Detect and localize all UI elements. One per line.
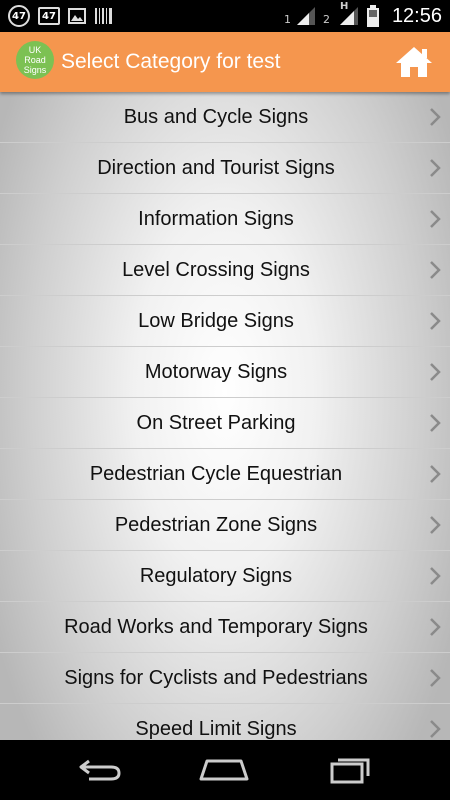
chevron-right-icon: [430, 210, 441, 228]
app-logo: UK Road Signs: [16, 41, 54, 79]
list-item-bus-and-cycle-signs[interactable]: Bus and Cycle Signs: [0, 92, 450, 143]
chevron-right-icon: [430, 108, 441, 126]
list-item-signs-for-cyclists-and-pedestrians[interactable]: Signs for Cyclists and Pedestrians: [0, 653, 450, 704]
list-item-label: Bus and Cycle Signs: [123, 105, 309, 128]
home-button[interactable]: [392, 40, 436, 84]
chevron-right-icon: [430, 363, 441, 381]
notification-area: 47 47: [8, 4, 114, 28]
list-item-regulatory-signs[interactable]: Regulatory Signs: [0, 551, 450, 602]
navigation-bar: [0, 740, 450, 800]
chevron-right-icon: [430, 465, 441, 483]
back-button[interactable]: [70, 750, 130, 790]
list-item-label: Signs for Cyclists and Pedestrians: [64, 666, 368, 689]
action-bar: UK Road Signs Select Category for test: [0, 32, 450, 92]
list-item-on-street-parking[interactable]: On Street Parking: [0, 398, 450, 449]
notification-count-box-icon: 47: [38, 7, 60, 25]
list-item-label: Road Works and Temporary Signs: [64, 615, 368, 638]
signal-2-group: H: [334, 1, 360, 27]
chevron-right-icon: [430, 312, 441, 330]
chevron-right-icon: [430, 159, 441, 177]
signal-2-icon: [339, 7, 358, 25]
clock: 12:56: [391, 4, 442, 27]
chevron-right-icon: [430, 669, 441, 687]
list-item-pedestrian-cycle-equestrian[interactable]: Pedestrian Cycle Equestrian: [0, 449, 450, 500]
page-title: Select Category for test: [61, 50, 281, 73]
list-item-motorway-signs[interactable]: Motorway Signs: [0, 347, 450, 398]
list-item-label: Motorway Signs: [144, 360, 288, 383]
list-item-direction-and-tourist-signs[interactable]: Direction and Tourist Signs: [0, 143, 450, 194]
list-item-label: On Street Parking: [136, 411, 296, 434]
list-item-level-crossing-signs[interactable]: Level Crossing Signs: [0, 245, 450, 296]
list-item-pedestrian-zone-signs[interactable]: Pedestrian Zone Signs: [0, 500, 450, 551]
category-list[interactable]: Bus and Cycle Signs Direction and Touris…: [0, 92, 450, 740]
status-bar: 47 47 1 2 H 12:56: [0, 0, 450, 32]
sim1-label: 1: [283, 13, 291, 26]
system-indicators: 1 2 H 12:56: [284, 0, 442, 32]
list-item-label: Level Crossing Signs: [122, 258, 310, 281]
list-item-label: Speed Limit Signs: [135, 717, 297, 740]
recents-button[interactable]: [320, 750, 380, 790]
chevron-right-icon: [430, 261, 441, 279]
chevron-right-icon: [430, 720, 441, 738]
list-item-label: Pedestrian Zone Signs: [114, 513, 318, 536]
barcode-icon: [95, 8, 112, 24]
list-item-label: Regulatory Signs: [139, 564, 293, 587]
chevron-right-icon: [430, 414, 441, 432]
notification-count: 47: [12, 10, 26, 22]
logo-line-3: Signs: [23, 65, 47, 75]
list-item-speed-limit-signs[interactable]: Speed Limit Signs: [0, 704, 450, 740]
list-item-information-signs[interactable]: Information Signs: [0, 194, 450, 245]
notification-count-box: 47: [42, 10, 56, 22]
image-icon: [68, 8, 86, 24]
home-icon: [396, 47, 432, 77]
list-item-label: Information Signs: [138, 207, 294, 230]
chevron-right-icon: [430, 618, 441, 636]
back-icon: [79, 759, 121, 781]
list-item-label: Pedestrian Cycle Equestrian: [89, 462, 343, 485]
list-item-road-works-and-temporary-signs[interactable]: Road Works and Temporary Signs: [0, 602, 450, 653]
recents-icon: [330, 758, 370, 784]
chevron-right-icon: [430, 567, 441, 585]
list-item-label: Direction and Tourist Signs: [97, 156, 335, 179]
list-item-label: Low Bridge Signs: [138, 309, 294, 332]
home-nav-icon: [199, 759, 249, 781]
home-nav-button[interactable]: [194, 750, 254, 790]
notification-count-icon: 47: [8, 5, 30, 27]
chevron-right-icon: [430, 516, 441, 534]
logo-line-1: UK: [28, 45, 42, 55]
list-item-low-bridge-signs[interactable]: Low Bridge Signs: [0, 296, 450, 347]
battery-icon: [366, 5, 379, 27]
signal-icon: [296, 7, 315, 25]
sim2-label: 2: [322, 13, 330, 26]
logo-line-2: Road: [24, 55, 46, 65]
